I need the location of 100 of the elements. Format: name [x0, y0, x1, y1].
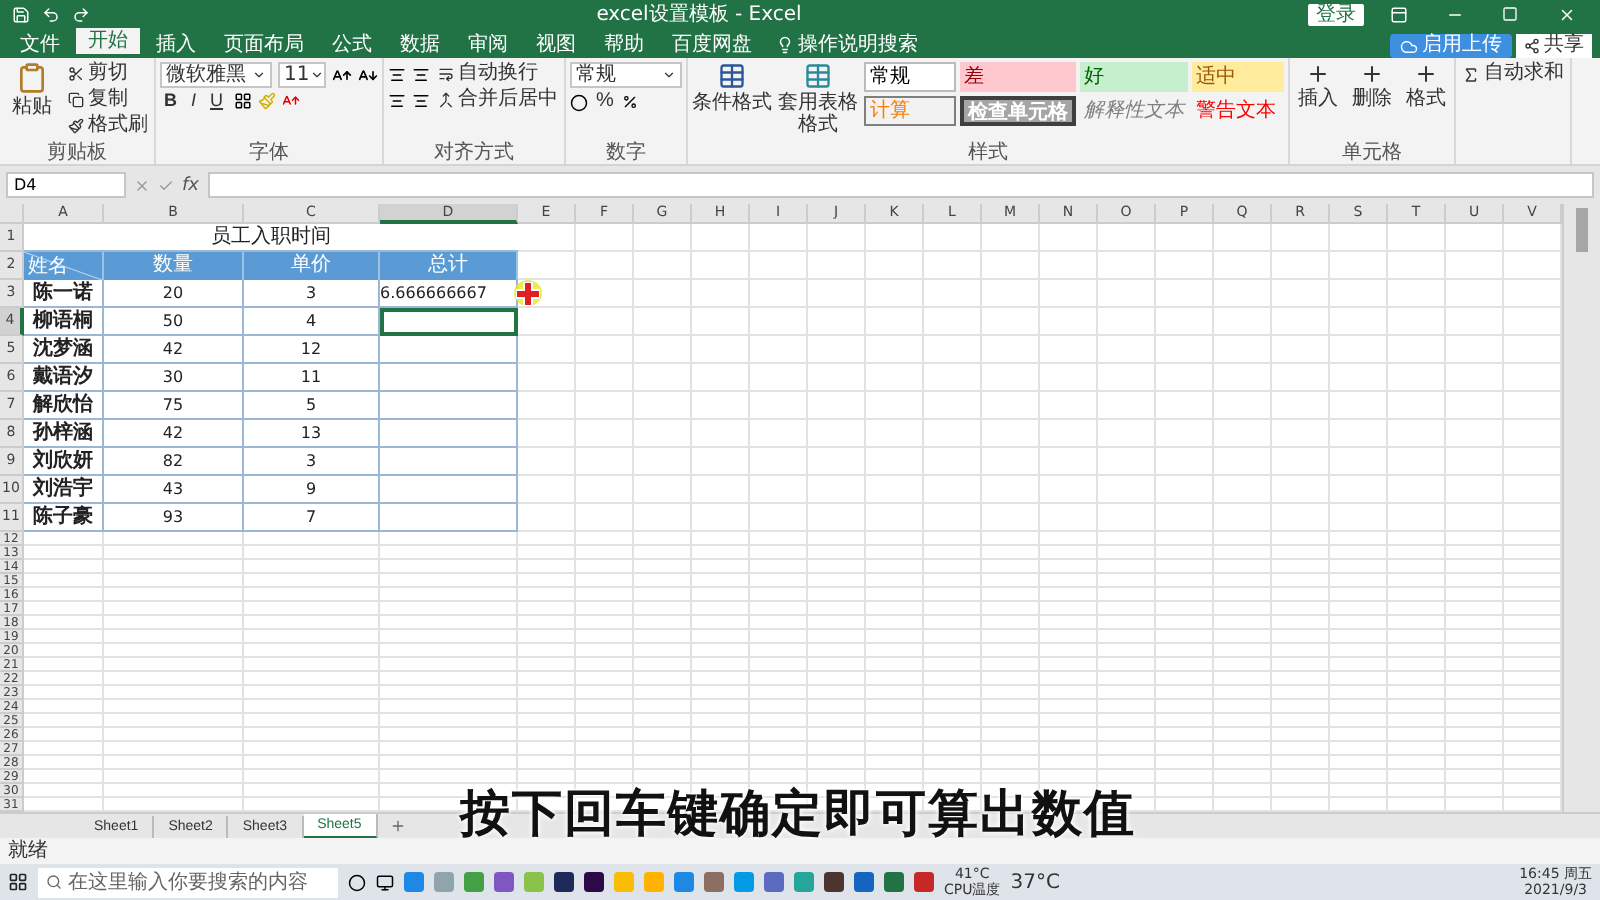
undo-icon[interactable] — [42, 5, 60, 23]
fill-color-icon[interactable] — [257, 92, 276, 110]
ribbon-tab[interactable]: 百度网盘 — [660, 32, 764, 58]
paintbrush-icon — [68, 118, 84, 134]
tell-me-search[interactable]: 操作说明搜索 — [768, 32, 926, 58]
group-label: 样式 — [968, 142, 1008, 164]
share-button[interactable]: 共享 — [1516, 34, 1592, 58]
conditional-format-button[interactable]: 条件格式 — [692, 62, 772, 114]
italic-button[interactable]: I — [187, 90, 201, 112]
header-cell: 数量 — [104, 252, 244, 280]
cell-style-option[interactable]: 好 — [1080, 62, 1188, 92]
align-center-icon[interactable] — [388, 91, 406, 109]
shrink-font-icon[interactable] — [358, 65, 378, 85]
table-cell: 陈子豪 — [24, 504, 104, 532]
table-cell: 3 — [244, 280, 380, 308]
table-cell: 戴语汐 — [24, 364, 104, 392]
group-label: 对齐方式 — [434, 142, 514, 164]
table-cell[interactable] — [380, 504, 518, 532]
number-format-dropdown[interactable]: 常规 — [570, 62, 682, 88]
grow-font-icon[interactable] — [332, 65, 352, 85]
header-cell: 单价 — [244, 252, 380, 280]
chevron-down-icon — [252, 68, 266, 82]
table-icon — [804, 62, 832, 90]
table-cell[interactable] — [380, 308, 518, 336]
ribbon-tab[interactable]: 审阅 — [456, 32, 520, 58]
ribbon-tab[interactable]: 视图 — [524, 32, 588, 58]
task-view-icon[interactable] — [348, 873, 366, 891]
enter-icon[interactable] — [158, 177, 174, 193]
cell-style-option[interactable]: 解释性文本 — [1080, 96, 1188, 126]
table-cell: 3 — [244, 448, 380, 476]
taskbar-search-field[interactable]: 在这里输入你要搜索的内容 — [38, 867, 338, 897]
ribbon-tab[interactable]: 帮助 — [592, 32, 656, 58]
save-icon[interactable] — [12, 5, 30, 23]
ribbon-tab[interactable]: 数据 — [388, 32, 452, 58]
table-cell[interactable] — [380, 392, 518, 420]
format-painter-button[interactable]: 格式刷 — [66, 114, 150, 138]
cells-button[interactable]: 格式 — [1402, 62, 1450, 110]
table-cell: 12 — [244, 336, 380, 364]
windows-start-icon[interactable] — [8, 872, 28, 892]
table-cell: 7 — [244, 504, 380, 532]
format-as-table-button[interactable]: 套用表格格式 — [778, 62, 858, 136]
table-cell: 82 — [104, 448, 244, 476]
align-center-icon[interactable] — [412, 91, 430, 109]
cancel-icon[interactable] — [134, 177, 150, 193]
merge-center-button[interactable]: 合并后居中 — [436, 88, 560, 112]
autosum-button[interactable]: 自动求和 — [1460, 62, 1566, 86]
cut-button[interactable]: 剪切 — [66, 62, 150, 86]
add-sheet-icon[interactable] — [389, 818, 406, 834]
underline-button[interactable]: U — [206, 90, 228, 112]
table-cell: 5 — [244, 392, 380, 420]
wrap-text-button[interactable]: 自动换行 — [436, 62, 540, 86]
lightbulb-icon — [776, 36, 794, 54]
font-color-icon[interactable] — [281, 92, 300, 110]
name-box[interactable]: D4 — [6, 172, 126, 198]
redo-icon[interactable] — [72, 5, 90, 23]
wrap-text-icon — [438, 66, 454, 82]
table-cell: 11 — [244, 364, 380, 392]
percent-button[interactable]: % — [594, 90, 616, 114]
paste-button[interactable]: 粘贴 — [4, 62, 60, 118]
table-cell: 75 — [104, 392, 244, 420]
cells-button[interactable]: 插入 — [1294, 62, 1342, 110]
copy-button[interactable]: 复制 — [66, 88, 150, 112]
ribbon-tab[interactable]: 文件 — [8, 32, 72, 58]
table-cell: 20 — [104, 280, 244, 308]
group-label: 单元格 — [1342, 142, 1402, 164]
table-cell: 沈梦涵 — [24, 336, 104, 364]
table-cell[interactable] — [380, 448, 518, 476]
align-center-icon[interactable] — [412, 65, 430, 83]
cells-button[interactable]: 删除 — [1348, 62, 1396, 110]
sigma-icon — [1462, 65, 1480, 83]
monitor-icon[interactable] — [376, 873, 394, 891]
function-button[interactable]: fx — [182, 175, 199, 195]
table-cell: 柳语桐 — [24, 308, 104, 336]
table-cell[interactable] — [380, 420, 518, 448]
header-cell: 姓名 — [24, 252, 104, 280]
search-icon — [46, 874, 62, 890]
ribbon-tab[interactable]: 开始 — [76, 28, 140, 58]
cell-style-option[interactable]: 差 — [960, 62, 1076, 92]
table-cell[interactable] — [380, 476, 518, 504]
chevron-down-icon — [662, 68, 676, 82]
font-size-dropdown[interactable]: 11 — [278, 62, 326, 88]
cell-style-option[interactable]: 警告文本 — [1192, 96, 1284, 126]
font-name-dropdown[interactable]: 微软雅黑 — [160, 62, 272, 88]
cell-style-option[interactable]: 常规 — [864, 62, 956, 92]
login-button[interactable]: 登录 — [1308, 3, 1364, 25]
group-label: 字体 — [249, 142, 289, 164]
ribbon-tab[interactable]: 插入 — [144, 32, 208, 58]
table-cell[interactable] — [380, 336, 518, 364]
align-center-icon[interactable] — [388, 65, 406, 83]
table-cell: 刘浩宇 — [24, 476, 104, 504]
ribbon-tab[interactable]: 公式 — [320, 32, 384, 58]
bold-button[interactable]: B — [160, 90, 181, 112]
merge-icon — [438, 92, 454, 108]
table-cell[interactable] — [380, 364, 518, 392]
plus-icon — [1306, 62, 1330, 86]
table-cell: 解欣怡 — [24, 392, 104, 420]
ribbon-tab[interactable]: 页面布局 — [212, 32, 316, 58]
formula-input[interactable] — [207, 172, 1594, 198]
table-cell: 6.666666667 — [380, 280, 518, 308]
cell-style-option[interactable]: 适中 — [1192, 62, 1284, 92]
